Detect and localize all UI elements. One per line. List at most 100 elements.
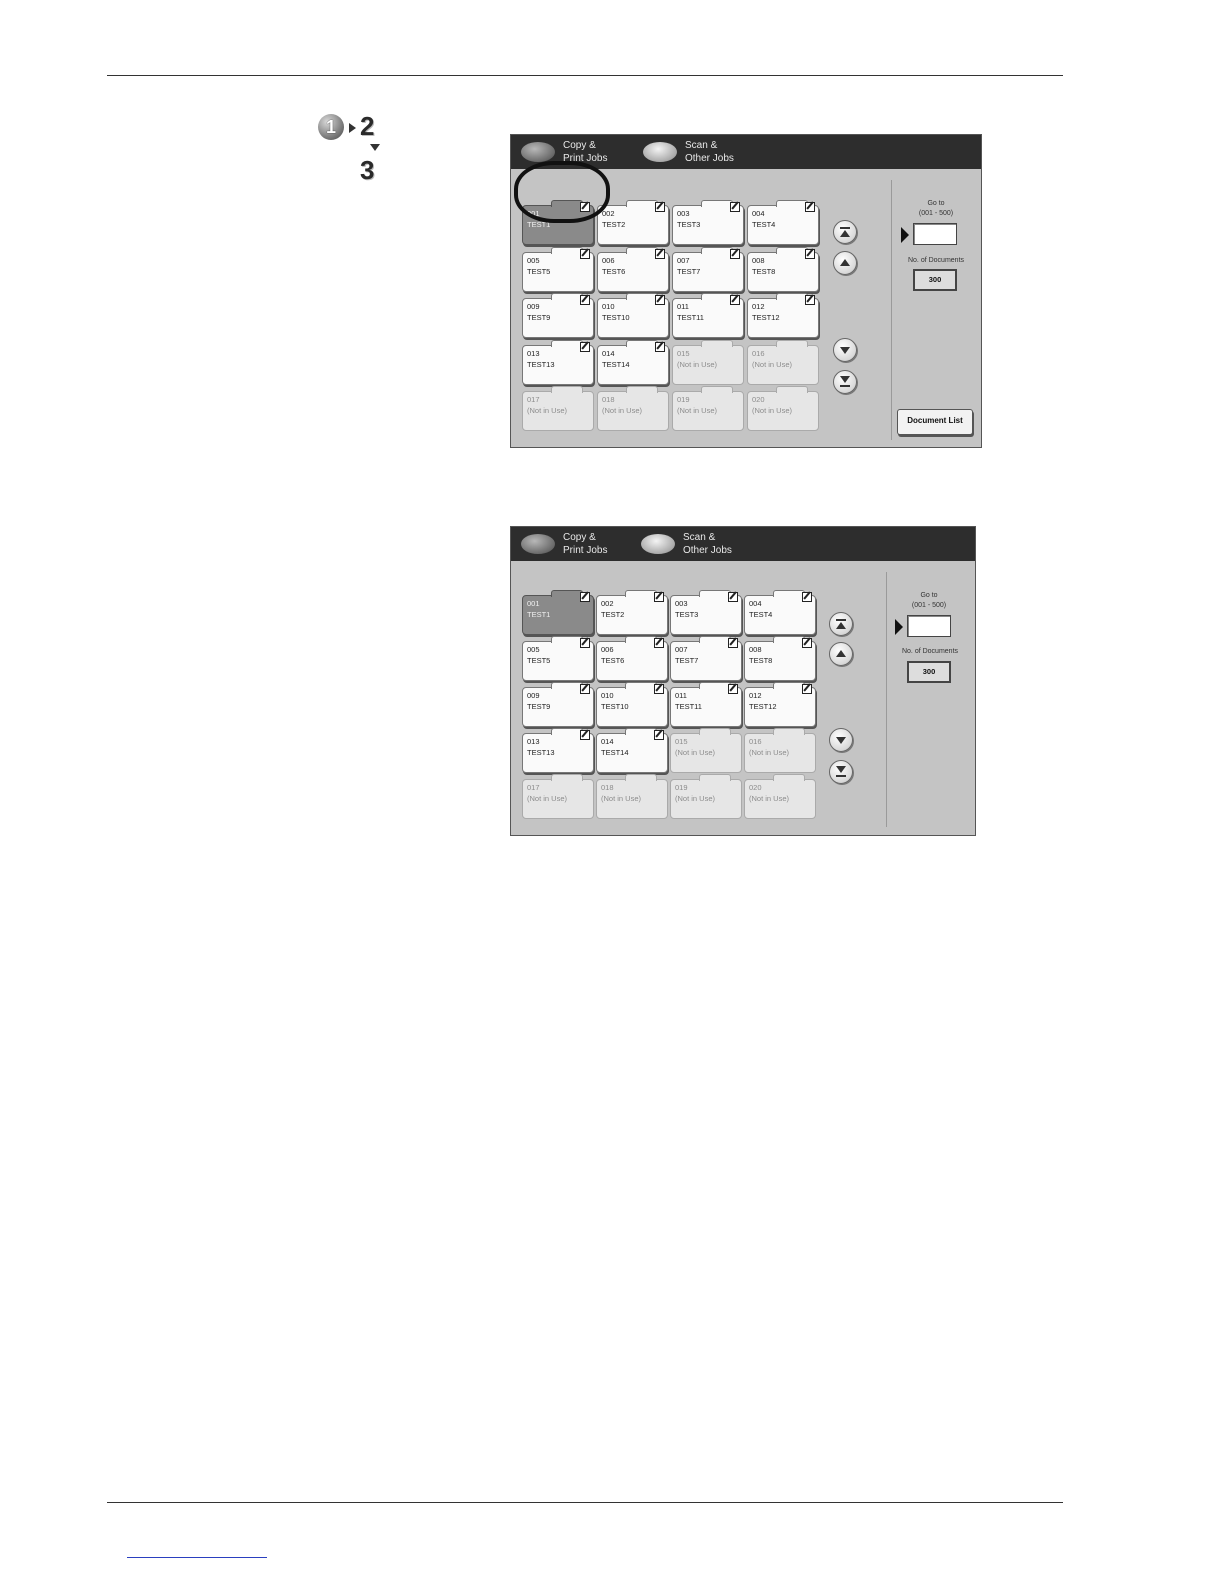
folder-number: 018 <box>602 395 615 404</box>
scroll-top-button[interactable] <box>833 220 857 244</box>
folder-number: 017 <box>527 783 540 792</box>
folder-item[interactable]: 001 TEST1 <box>522 590 594 635</box>
folder-item[interactable]: 017 (Not in Use) <box>522 774 594 819</box>
folder-tab-shape <box>551 636 583 643</box>
folder-tab-shape <box>776 293 808 300</box>
scroll-down-button[interactable] <box>829 728 853 752</box>
edit-icon <box>730 295 740 305</box>
folder-item[interactable]: 003 TEST3 <box>670 590 742 635</box>
edit-icon <box>728 638 738 648</box>
screen-header: Copy & Print Jobs Scan & Other Jobs <box>511 527 975 561</box>
scroll-up-button[interactable] <box>833 251 857 275</box>
folder-name: (Not in Use) <box>677 406 718 415</box>
folder-label: 017 (Not in Use) <box>527 394 567 416</box>
folder-name: TEST3 <box>677 220 701 229</box>
edit-icon <box>802 684 812 694</box>
folder-item[interactable]: 019 (Not in Use) <box>670 774 742 819</box>
folder-item[interactable]: 012 TEST12 <box>747 293 819 338</box>
folder-item[interactable]: 020 (Not in Use) <box>747 386 819 431</box>
edit-icon <box>580 684 590 694</box>
folder-number: 019 <box>677 395 690 404</box>
folder-item[interactable]: 006 TEST6 <box>596 636 668 681</box>
folder-item[interactable]: 008 TEST8 <box>747 246 819 292</box>
folder-label: 009 TEST9 <box>527 301 550 323</box>
scroll-down-button[interactable] <box>833 338 857 362</box>
folder-number: 007 <box>677 255 690 265</box>
folder-item[interactable]: 015 (Not in Use) <box>670 728 742 773</box>
folder-item[interactable]: 002 TEST2 <box>597 200 669 245</box>
footer-rule <box>107 1502 1063 1503</box>
folder-tab-shape <box>626 200 658 207</box>
scroll-top-button[interactable] <box>829 612 853 636</box>
folder-item[interactable]: 010 TEST10 <box>596 682 668 727</box>
edit-icon <box>655 295 665 305</box>
folder-item[interactable]: 012 TEST12 <box>744 682 816 727</box>
folder-label: 007 TEST7 <box>675 644 698 666</box>
folder-tab-shape <box>551 386 583 393</box>
folder-item[interactable]: 008 TEST8 <box>744 636 816 681</box>
folder-item[interactable]: 011 TEST11 <box>672 293 744 338</box>
tab-scan-other-jobs[interactable]: Scan & Other Jobs <box>643 135 734 169</box>
tab-copy-print-jobs[interactable]: Copy & Print Jobs <box>521 527 607 561</box>
folder-item[interactable]: 013 TEST13 <box>522 728 594 773</box>
folder-tab-shape <box>773 682 805 689</box>
folder-number: 019 <box>675 783 688 792</box>
tab-button-icon <box>643 142 677 162</box>
footer-link-underline[interactable] <box>127 1557 267 1558</box>
folder-item[interactable]: 016 (Not in Use) <box>744 728 816 773</box>
folder-item[interactable]: 018 (Not in Use) <box>597 386 669 431</box>
folder-item[interactable]: 015 (Not in Use) <box>672 339 744 385</box>
folder-tab-shape <box>625 682 657 689</box>
folder-number: 013 <box>527 348 540 358</box>
goto-label: Go to (001 - 500) <box>911 592 947 609</box>
folder-item[interactable]: 014 TEST14 <box>597 339 669 385</box>
folder-label: 008 TEST8 <box>749 644 772 666</box>
folder-item[interactable]: 016 (Not in Use) <box>747 339 819 385</box>
folder-item[interactable]: 005 TEST5 <box>522 636 594 681</box>
folder-item[interactable]: 007 TEST7 <box>670 636 742 681</box>
folder-item[interactable]: 003 TEST3 <box>672 200 744 245</box>
document-list-button[interactable]: Document List <box>897 409 973 435</box>
folder-number: 014 <box>601 737 614 746</box>
folder-item[interactable]: 013 TEST13 <box>522 339 594 385</box>
edit-icon <box>805 202 815 212</box>
folder-name: TEST9 <box>527 313 551 322</box>
folder-name: TEST13 <box>527 748 555 757</box>
folder-name: TEST12 <box>749 702 777 711</box>
folder-item[interactable]: 009 TEST9 <box>522 682 594 727</box>
folder-tab-shape <box>701 293 733 300</box>
folder-name: TEST14 <box>601 748 629 757</box>
scroll-bottom-button[interactable] <box>833 370 857 394</box>
folder-tab-shape <box>701 246 733 254</box>
folder-name: (Not in Use) <box>602 406 643 415</box>
folder-item[interactable]: 002 TEST2 <box>596 590 668 635</box>
folder-item[interactable]: 017 (Not in Use) <box>522 386 594 431</box>
tab-scan-other-jobs[interactable]: Scan & Other Jobs <box>641 527 732 561</box>
folder-number: 012 <box>752 302 765 311</box>
folder-item[interactable]: 020 (Not in Use) <box>744 774 816 819</box>
folder-item[interactable]: 004 TEST4 <box>744 590 816 635</box>
folder-name: TEST12 <box>752 313 780 322</box>
folder-item[interactable]: 014 TEST14 <box>596 728 668 773</box>
scroll-up-button[interactable] <box>829 642 853 666</box>
folder-item[interactable]: 007 TEST7 <box>672 246 744 292</box>
folder-item[interactable]: 010 TEST10 <box>597 293 669 338</box>
folder-tab-shape <box>773 728 805 735</box>
folder-item[interactable]: 019 (Not in Use) <box>672 386 744 431</box>
folder-item[interactable]: 009 TEST9 <box>522 293 594 338</box>
folder-label: 017 (Not in Use) <box>527 782 567 804</box>
folder-item[interactable]: 004 TEST4 <box>747 200 819 245</box>
folder-number: 010 <box>601 691 614 700</box>
goto-input[interactable] <box>907 615 951 637</box>
scroll-bottom-button[interactable] <box>829 760 853 784</box>
goto-input[interactable] <box>913 223 957 245</box>
folder-number: 010 <box>602 302 615 311</box>
folder-item[interactable]: 018 (Not in Use) <box>596 774 668 819</box>
tab-label: Scan & Other Jobs <box>685 140 734 164</box>
folder-item[interactable]: 006 TEST6 <box>597 246 669 292</box>
pointer-arrow-icon <box>901 227 909 243</box>
folder-item[interactable]: 005 TEST5 <box>522 246 594 292</box>
folder-tab-shape <box>551 682 583 689</box>
folder-item[interactable]: 011 TEST11 <box>670 682 742 727</box>
folder-name: TEST5 <box>527 656 551 665</box>
